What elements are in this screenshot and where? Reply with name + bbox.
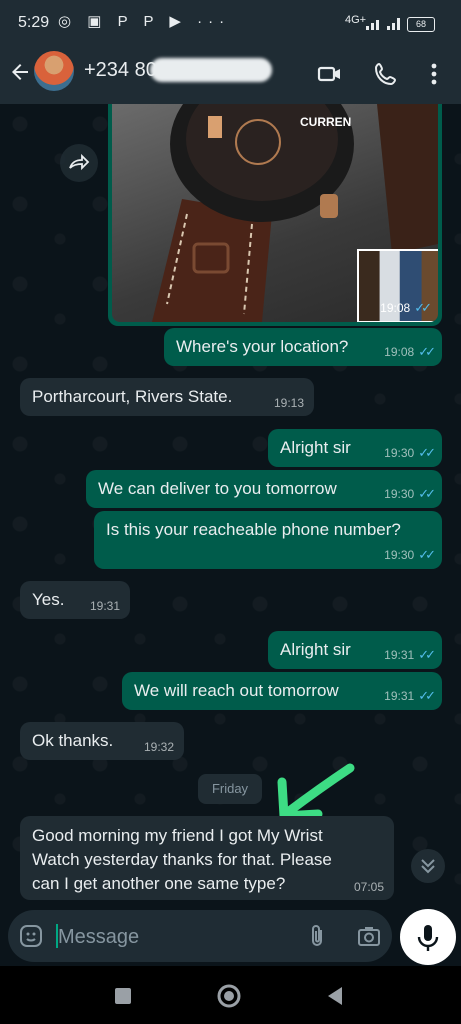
- microphone-icon: [417, 925, 439, 951]
- forward-icon: [69, 153, 90, 171]
- message-line: Good morning my friend I got My Wrist: [32, 826, 323, 845]
- message-input[interactable]: Message: [58, 926, 139, 949]
- read-ticks-icon: ✓✓: [414, 300, 432, 315]
- message-line: Watch yesterday thanks for that. Please: [32, 850, 332, 869]
- message-text: Is this your reacheable phone number?: [106, 520, 401, 539]
- message-bubble[interactable]: Yes. 19:31: [20, 581, 130, 619]
- message-time: 19:30 ✓✓: [384, 445, 436, 460]
- message-text: Yes.: [32, 590, 65, 609]
- message-time: 19:31 ✓✓: [384, 688, 436, 703]
- message-composer[interactable]: Message: [8, 910, 392, 962]
- camera-icon[interactable]: [356, 923, 382, 949]
- read-ticks-icon: ✓✓: [418, 445, 436, 460]
- message-text: Good morning my friend I got My Wrist Wa…: [32, 824, 332, 896]
- message-time: 19:30 ✓✓: [384, 486, 436, 501]
- message-text: Alright sir: [280, 438, 351, 457]
- system-nav-bar: [0, 966, 461, 1024]
- status-bar: 5:29 ◎ ▣ P P ▶ ··· 4G+ 68: [0, 0, 461, 46]
- battery-icon: 68: [407, 17, 435, 32]
- chat-header: +234 80: [0, 46, 461, 104]
- message-time: 19:31: [89, 599, 120, 613]
- read-ticks-icon: ✓✓: [418, 547, 436, 562]
- message-text: Portharcourt, Rivers State.: [32, 387, 233, 406]
- message-time: 19:31 ✓✓: [384, 647, 436, 662]
- message-bubble[interactable]: Alright sir 19:30 ✓✓: [268, 429, 442, 467]
- signal-icon: [366, 18, 400, 30]
- more-options-icon[interactable]: [420, 60, 448, 88]
- message-bubble[interactable]: Good morning my friend I got My Wrist Wa…: [20, 816, 394, 900]
- message-text: Alright sir: [280, 640, 351, 659]
- message-bubble[interactable]: Ok thanks. 19:32: [20, 722, 184, 760]
- message-time: 19:30 ✓✓: [384, 547, 436, 562]
- back-arrow-icon[interactable]: [8, 60, 32, 84]
- message-text: We will reach out tomorrow: [134, 681, 339, 700]
- double-chevron-down-icon: [421, 859, 435, 874]
- read-ticks-icon: ✓✓: [418, 688, 436, 703]
- back-icon[interactable]: [324, 985, 346, 1007]
- attach-icon[interactable]: [304, 923, 330, 949]
- mic-button[interactable]: [400, 909, 456, 965]
- image-time: 19:08 ✓✓: [380, 300, 432, 315]
- chat-area[interactable]: CURREN 19:08 ✓✓ Where's your location? 19…: [0, 104, 461, 920]
- message-time: 19:13: [273, 396, 304, 410]
- video-call-icon[interactable]: [316, 60, 344, 88]
- voice-call-icon[interactable]: [372, 60, 400, 88]
- message-bubble[interactable]: We can deliver to you tomorrow 19:30 ✓✓: [86, 470, 442, 508]
- message-time: 19:32: [143, 740, 174, 754]
- date-divider: Friday: [198, 774, 262, 804]
- message-bubble[interactable]: Portharcourt, Rivers State. 19:13: [20, 378, 314, 416]
- annotation-arrow: [277, 763, 355, 821]
- watch-photo[interactable]: CURREN 19:08 ✓✓: [112, 104, 438, 322]
- notification-icons: ◎ ▣ P P ▶ ···: [58, 13, 231, 30]
- read-ticks-icon: ✓✓: [418, 647, 436, 662]
- message-text: We can deliver to you tomorrow: [98, 479, 337, 498]
- scroll-down-button[interactable]: [411, 849, 445, 883]
- message-bubble[interactable]: Where's your location? 19:08 ✓✓: [164, 328, 442, 366]
- message-line: can I get another one same type?: [32, 874, 286, 893]
- redacted-number: [150, 58, 272, 82]
- network-indicator: 4G+: [345, 14, 367, 26]
- message-text: Where's your location?: [176, 337, 349, 356]
- home-icon[interactable]: [216, 983, 242, 1009]
- message-bubble[interactable]: We will reach out tomorrow 19:31 ✓✓: [122, 672, 442, 710]
- read-ticks-icon: ✓✓: [418, 344, 436, 359]
- sticker-icon[interactable]: [18, 923, 44, 949]
- svg-text:CURREN: CURREN: [300, 115, 351, 129]
- avatar[interactable]: [34, 51, 74, 91]
- message-text: Ok thanks.: [32, 731, 114, 750]
- status-time: 5:29: [18, 14, 50, 31]
- contact-name[interactable]: +234 80: [84, 59, 157, 82]
- message-time: 19:08 ✓✓: [384, 344, 436, 359]
- message-bubble[interactable]: Is this your reacheable phone number? 19…: [94, 511, 442, 569]
- forward-button[interactable]: [60, 144, 98, 182]
- recents-icon[interactable]: [113, 986, 133, 1006]
- read-ticks-icon: ✓✓: [418, 486, 436, 501]
- message-time: 07:05: [353, 880, 384, 894]
- image-message[interactable]: CURREN 19:08 ✓✓: [108, 104, 442, 326]
- message-bubble[interactable]: Alright sir 19:31 ✓✓: [268, 631, 442, 669]
